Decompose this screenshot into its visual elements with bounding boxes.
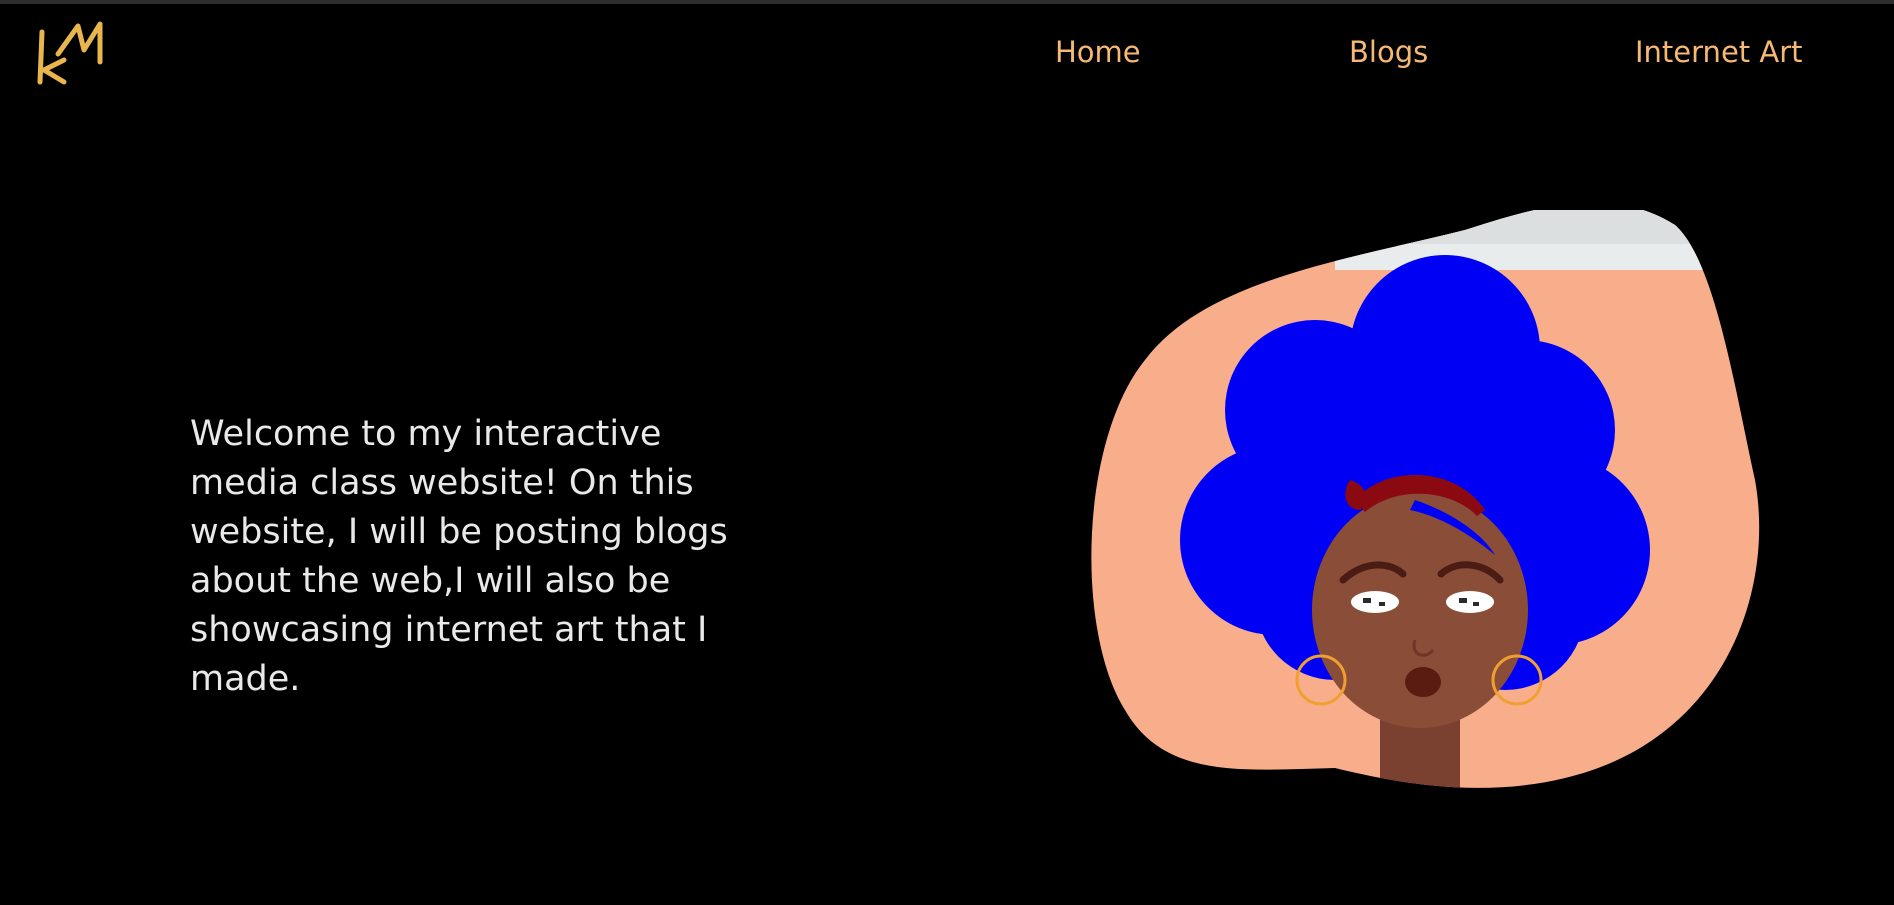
nav-home-link[interactable]: Home	[1055, 30, 1141, 74]
nav-blogs-link[interactable]: Blogs	[1349, 30, 1428, 74]
window-top-border	[0, 0, 1894, 4]
nav-internet-art-link[interactable]: Internet Art	[1635, 30, 1803, 74]
main-nav: Home Blogs Internet Art	[0, 30, 1894, 74]
intro-paragraph: Welcome to my interactive media class we…	[190, 414, 728, 699]
cartoon-woman-illustration	[1091, 210, 1760, 788]
hero-illustration	[1085, 210, 1765, 790]
